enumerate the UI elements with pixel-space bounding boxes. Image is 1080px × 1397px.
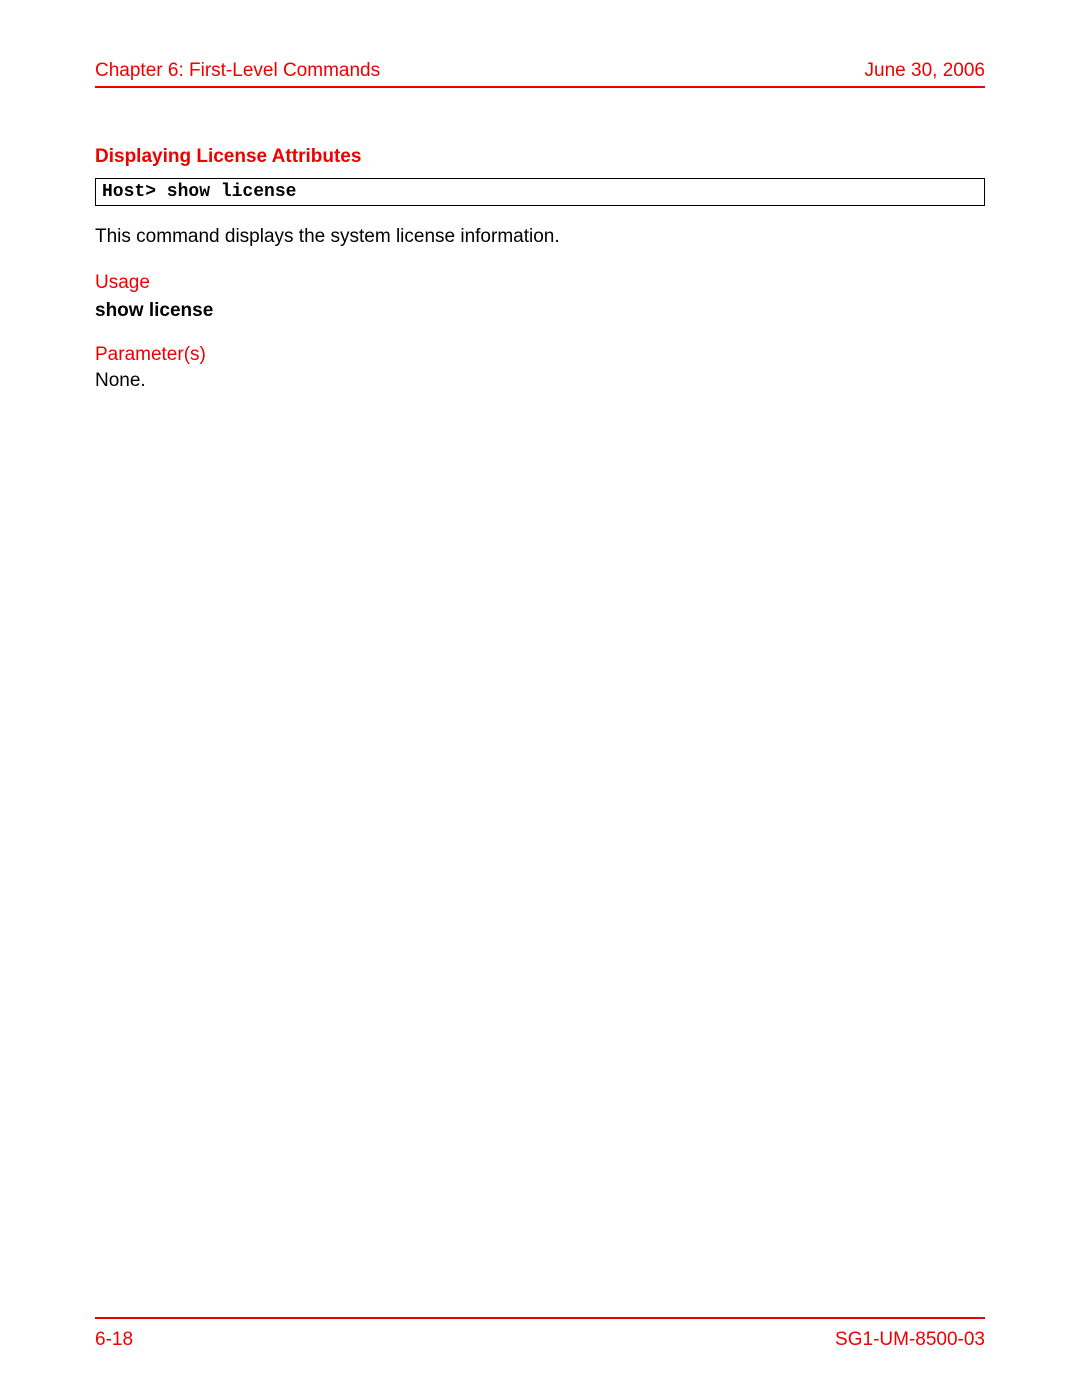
document-page: Chapter 6: First-Level Commands June 30,… bbox=[0, 0, 1080, 1397]
chapter-title: Chapter 6: First-Level Commands bbox=[95, 60, 380, 82]
section-heading: Displaying License Attributes bbox=[95, 146, 985, 168]
parameters-label: Parameter(s) bbox=[95, 344, 985, 366]
command-description: This command displays the system license… bbox=[95, 224, 985, 250]
command-example-box: Host> show license bbox=[95, 178, 985, 206]
page-footer: 6-18 SG1-UM-8500-03 bbox=[95, 1329, 985, 1351]
header-date: June 30, 2006 bbox=[865, 60, 985, 82]
page-number: 6-18 bbox=[95, 1329, 133, 1351]
document-id: SG1-UM-8500-03 bbox=[835, 1329, 985, 1351]
parameters-value: None. bbox=[95, 370, 985, 392]
usage-command: show license bbox=[95, 300, 985, 322]
page-header: Chapter 6: First-Level Commands June 30,… bbox=[95, 60, 985, 88]
footer-rule bbox=[95, 1317, 985, 1319]
usage-label: Usage bbox=[95, 272, 985, 294]
